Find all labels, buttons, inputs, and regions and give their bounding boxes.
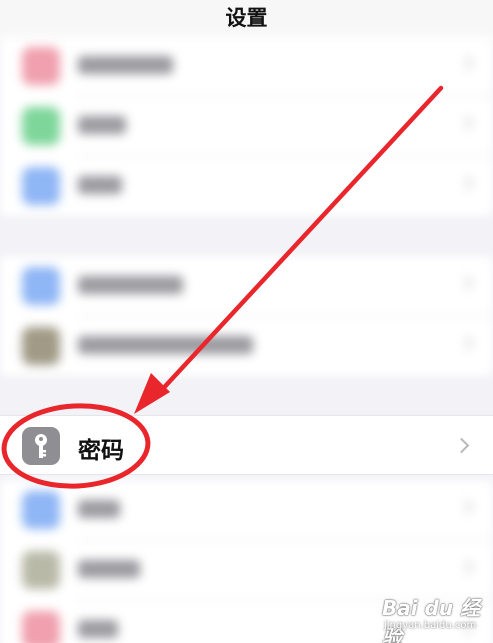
watermark-brand: Bai du 经验 xyxy=(382,596,481,643)
watermark-url: jingyan.baidu.com xyxy=(384,620,477,631)
highlight-circle xyxy=(1,403,151,489)
annotation-overlay xyxy=(1,85,444,489)
baidu-watermark: Bai du 经验 jingyan.baidu.com xyxy=(372,586,490,643)
pointer-arrow-head xyxy=(134,373,170,414)
pointer-arrow-line xyxy=(155,85,444,397)
